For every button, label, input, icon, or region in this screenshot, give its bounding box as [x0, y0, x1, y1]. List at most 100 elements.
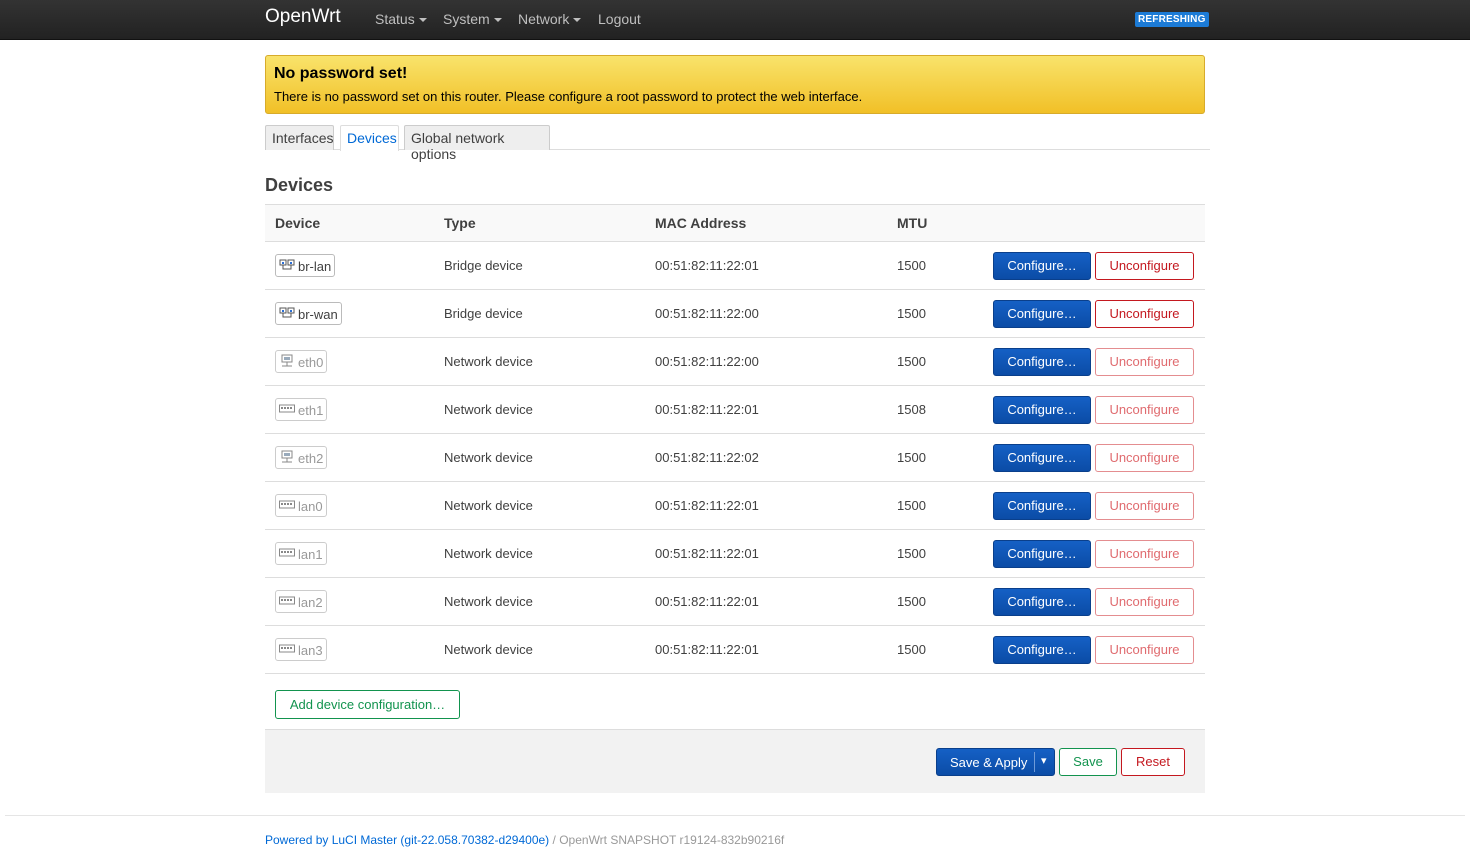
col-type: Type	[444, 215, 476, 231]
button-separator	[1034, 752, 1035, 772]
device-mtu: 1500	[897, 546, 926, 561]
tab-global-network-options[interactable]: Global network options	[404, 125, 550, 162]
configure-button[interactable]: Configure…	[993, 348, 1091, 376]
unconfigure-button[interactable]: Unconfigure	[1095, 252, 1194, 280]
alert-message: There is no password set on this router.…	[274, 89, 863, 104]
tab-interfaces[interactable]: Interfaces	[265, 125, 334, 150]
unconfigure-button[interactable]: Unconfigure	[1095, 492, 1194, 520]
menu-network[interactable]: Network	[518, 11, 582, 27]
col-device: Device	[275, 215, 321, 231]
device-type: Network device	[444, 354, 533, 369]
unconfigure-button[interactable]: Unconfigure	[1095, 300, 1194, 328]
device-name: br-lan	[298, 259, 332, 274]
device-mac: 00:51:82:11:22:01	[655, 258, 759, 273]
device-type: Bridge device	[444, 306, 523, 321]
menu-logout[interactable]: Logout	[598, 11, 641, 27]
footer-separator: /	[552, 833, 556, 847]
device-badge[interactable]: eth0	[275, 350, 328, 373]
unconfigure-button[interactable]: Unconfigure	[1095, 396, 1194, 424]
device-badge[interactable]: eth2	[275, 446, 328, 469]
table-row: eth1 Network device 00:51:82:11:22:01 1508 C…	[265, 386, 1205, 434]
device-name: eth1	[298, 403, 324, 418]
table-row: lan2 Network device 00:51:82:11:22:01 1500 C…	[265, 578, 1205, 626]
dropdown-arrow-icon[interactable]: ▾	[1041, 754, 1047, 767]
configure-button[interactable]: Configure…	[993, 492, 1091, 520]
configure-button[interactable]: Configure…	[993, 540, 1091, 568]
footer: Powered by LuCI Master (git-22.058.70382…	[265, 833, 784, 847]
refreshing-badge[interactable]: REFRESHING	[1135, 12, 1209, 27]
device-mtu: 1500	[897, 450, 926, 465]
configure-button[interactable]: Configure…	[993, 300, 1091, 328]
no-password-alert: No password set! There is no password se…	[265, 55, 1205, 114]
menu-system-label: System	[443, 11, 490, 27]
footer-version: OpenWrt SNAPSHOT r19124-832b90216f	[559, 833, 785, 847]
device-badge[interactable]: eth1	[275, 398, 328, 421]
device-type: Network device	[444, 498, 533, 513]
reset-button[interactable]: Reset	[1121, 748, 1185, 776]
device-name: lan1	[298, 547, 323, 562]
device-name: lan2	[298, 595, 323, 610]
tab-bar: Interfaces Devices Global network option…	[265, 125, 1210, 162]
caret-down-icon	[573, 18, 582, 23]
device-mac: 00:51:82:11:22:01	[655, 642, 759, 657]
device-type: Network device	[444, 546, 533, 561]
configure-button[interactable]: Configure…	[993, 444, 1091, 472]
bridge-icon	[279, 258, 295, 275]
save-apply-label: Save & Apply	[950, 755, 1028, 770]
device-badge[interactable]: lan2	[275, 590, 327, 613]
configure-button[interactable]: Configure…	[993, 396, 1091, 424]
table-row: eth2 Network device 00:51:82:11:22:02 1500 C…	[265, 434, 1205, 482]
device-mtu: 1500	[897, 594, 926, 609]
add-device-configuration-button[interactable]: Add device configuration…	[275, 690, 460, 719]
device-mtu: 1500	[897, 354, 926, 369]
device-mac: 00:51:82:11:22:00	[655, 354, 759, 369]
device-type: Network device	[444, 594, 533, 609]
table-row: lan0 Network device 00:51:82:11:22:01 1500 C…	[265, 482, 1205, 530]
configure-button[interactable]: Configure…	[993, 636, 1091, 664]
table-header: Device Type MAC Address MTU	[265, 204, 1205, 242]
device-type: Network device	[444, 642, 533, 657]
configure-button[interactable]: Configure…	[993, 252, 1091, 280]
unconfigure-button[interactable]: Unconfigure	[1095, 540, 1194, 568]
device-name: br-wan	[298, 307, 338, 322]
menu-system[interactable]: System	[443, 11, 502, 27]
menu-status[interactable]: Status	[375, 11, 427, 27]
switch-port-icon	[279, 594, 295, 611]
configure-button[interactable]: Configure…	[993, 588, 1091, 616]
caret-down-icon	[418, 18, 427, 23]
device-mac: 00:51:82:11:22:00	[655, 306, 759, 321]
device-badge[interactable]: lan1	[275, 542, 327, 565]
ethernet-icon	[279, 450, 295, 467]
luci-link[interactable]: Powered by LuCI Master (git-22.058.70382…	[265, 833, 549, 847]
tab-devices[interactable]: Devices	[340, 125, 399, 151]
top-navbar: OpenWrt Status System Network Logout REF…	[0, 0, 1470, 40]
bridge-icon	[279, 306, 295, 323]
save-button[interactable]: Save	[1059, 748, 1117, 776]
device-type: Network device	[444, 450, 533, 465]
unconfigure-button[interactable]: Unconfigure	[1095, 348, 1194, 376]
alert-title: No password set!	[274, 65, 408, 82]
device-mac: 00:51:82:11:22:01	[655, 546, 759, 561]
unconfigure-button[interactable]: Unconfigure	[1095, 444, 1194, 472]
device-badge[interactable]: br-wan	[275, 302, 342, 325]
switch-port-icon	[279, 642, 295, 659]
ethernet-icon	[279, 354, 295, 371]
unconfigure-button[interactable]: Unconfigure	[1095, 636, 1194, 664]
table-row: br-lan Bridge device 00:51:82:11:22:01 1500…	[265, 242, 1205, 290]
table-row: br-wan Bridge device 00:51:82:11:22:00 1500…	[265, 290, 1205, 338]
device-mac: 00:51:82:11:22:01	[655, 594, 759, 609]
brand-logo[interactable]: OpenWrt	[265, 6, 341, 28]
form-actions: Save & Apply ▾ Save Reset	[265, 729, 1205, 793]
col-mtu: MTU	[897, 215, 928, 231]
section-title: Devices	[265, 175, 334, 195]
device-badge[interactable]: lan3	[275, 638, 327, 661]
device-type: Network device	[444, 402, 533, 417]
caret-down-icon	[493, 18, 502, 23]
switch-port-icon	[279, 402, 295, 419]
device-badge[interactable]: br-lan	[275, 254, 336, 277]
save-apply-button[interactable]: Save & Apply ▾	[936, 748, 1055, 776]
device-badge[interactable]: lan0	[275, 494, 327, 517]
menu-network-label: Network	[518, 11, 570, 27]
device-mtu: 1508	[897, 402, 926, 417]
unconfigure-button[interactable]: Unconfigure	[1095, 588, 1194, 616]
